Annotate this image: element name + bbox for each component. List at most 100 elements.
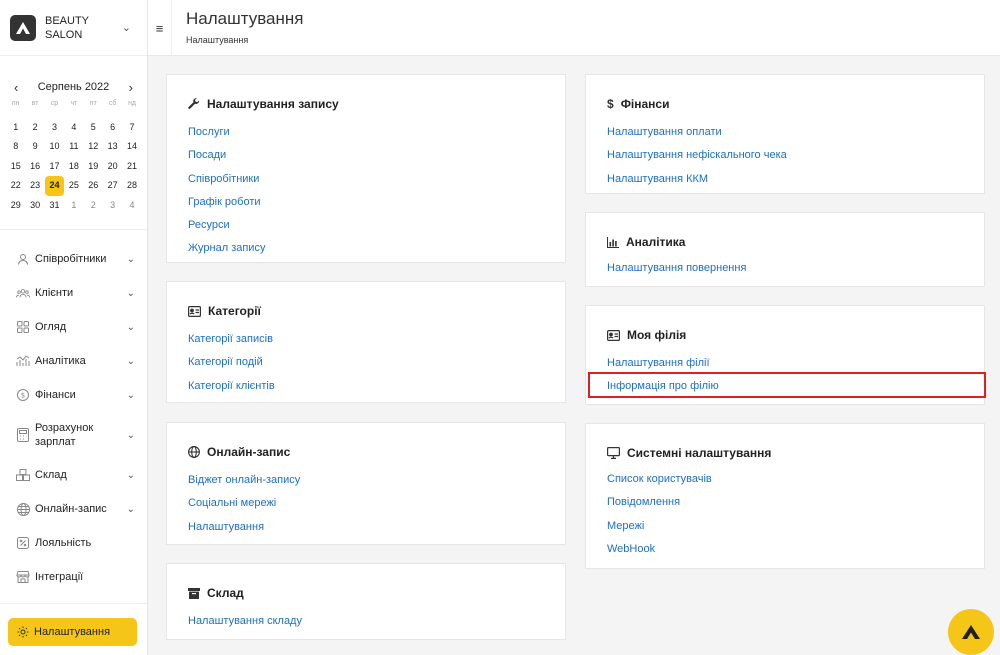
link-receipt-settings[interactable]: Налаштування нефіскального чека — [607, 148, 787, 171]
calendar-day[interactable]: 29 — [6, 196, 25, 215]
calendar-day[interactable]: 21 — [122, 157, 141, 176]
calendar-day[interactable]: 1 — [6, 118, 25, 137]
chevron-down-icon[interactable]: ⌄ — [127, 430, 135, 441]
link-social-networks[interactable]: Соціальні мережі — [188, 496, 300, 519]
prev-month-icon[interactable]: ‹ — [14, 80, 18, 95]
link-event-categories[interactable]: Категорії подій — [188, 355, 275, 378]
svg-text:$: $ — [21, 392, 25, 400]
calendar-day[interactable]: 2 — [84, 196, 103, 215]
card-finance: $ Фінанси Налаштування оплати Налаштуван… — [585, 74, 985, 194]
analytics-icon — [16, 354, 30, 368]
calendar-day[interactable]: 14 — [122, 137, 141, 156]
link-notifications[interactable]: Повідомлення — [607, 495, 712, 518]
calendar-day[interactable]: 3 — [45, 118, 64, 137]
brand-switcher[interactable]: BEAUTY SALON ⌄ — [0, 0, 147, 56]
sidebar-item-warehouse[interactable]: Склад ⌄ — [0, 458, 147, 492]
link-kkm-settings[interactable]: Налаштування ККМ — [607, 172, 787, 195]
chevron-down-icon[interactable]: ⌄ — [127, 504, 135, 515]
chevron-down-icon[interactable]: ⌄ — [127, 470, 135, 481]
link-webhook[interactable]: WebHook — [607, 542, 712, 565]
link-user-list[interactable]: Список користувачів — [607, 472, 712, 495]
link-services[interactable]: Послуги — [188, 125, 265, 148]
sidebar-item-online-booking[interactable]: Онлайн-запис ⌄ — [0, 492, 147, 526]
brand-logo-icon — [962, 625, 980, 639]
link-resources[interactable]: Ресурси — [188, 218, 265, 241]
calendar-day[interactable]: 2 — [25, 118, 44, 137]
card-system-settings: Системні налаштування Список користувачі… — [585, 423, 985, 569]
sidebar-item-loyalty[interactable]: Лояльність — [0, 526, 147, 560]
sidebar-item-finance[interactable]: $ Фінанси ⌄ — [0, 378, 147, 412]
calendar-grid: пн вт ср чт пт сб нд 1 2 3 4 5 6 7 8 9 10 11 12 13 14 15 16 17 1… — [6, 96, 141, 215]
link-work-schedule[interactable]: Графік роботи — [188, 195, 265, 218]
calendar-day[interactable]: 17 — [45, 157, 64, 176]
link-returns-settings[interactable]: Налаштування повернення — [607, 261, 746, 284]
sidebar-nav: Співробітники ⌄ Клієнти ⌄ Огляд ⌄ Аналіт… — [0, 230, 147, 594]
link-online-settings[interactable]: Налаштування — [188, 520, 300, 543]
calendar-day[interactable]: 4 — [64, 118, 83, 137]
calendar-day[interactable]: 11 — [64, 137, 83, 156]
sidebar: BEAUTY SALON ⌄ ‹ Серпень 2022 › пн вт ср чт… — [0, 0, 148, 655]
link-client-categories[interactable]: Категорії клієнтів — [188, 379, 275, 402]
help-chat-button[interactable] — [948, 609, 994, 655]
chevron-down-icon[interactable]: ⌄ — [127, 322, 135, 333]
chevron-down-icon[interactable]: ⌄ — [122, 21, 131, 34]
calendar-day[interactable]: 15 — [6, 157, 25, 176]
calendar-day[interactable]: 26 — [84, 176, 103, 195]
calendar-day[interactable]: 19 — [84, 157, 103, 176]
hamburger-menu-icon[interactable]: ≡ — [148, 0, 172, 56]
calendar-day[interactable]: 9 — [25, 137, 44, 156]
settings-button[interactable]: Налаштування — [8, 618, 137, 646]
wrench-icon — [188, 98, 200, 110]
chevron-down-icon[interactable]: ⌄ — [127, 356, 135, 367]
store-icon — [16, 570, 30, 584]
calendar-day[interactable]: 8 — [6, 137, 25, 156]
chevron-down-icon[interactable]: ⌄ — [127, 390, 135, 401]
sidebar-item-employees[interactable]: Співробітники ⌄ — [0, 242, 147, 276]
chevron-down-icon[interactable]: ⌄ — [127, 288, 135, 299]
weekday-label: пт — [89, 100, 97, 107]
chevron-down-icon[interactable]: ⌄ — [127, 254, 135, 265]
sidebar-item-analytics[interactable]: Аналітика ⌄ — [0, 344, 147, 378]
link-networks[interactable]: Мережі — [607, 519, 712, 542]
calendar-day[interactable]: 24 — [44, 176, 65, 196]
link-booking-categories[interactable]: Категорії записів — [188, 332, 275, 355]
calendar-day[interactable]: 6 — [103, 118, 122, 137]
weekday-label: нд — [128, 100, 137, 107]
link-booking-journal[interactable]: Журнал запису — [188, 241, 265, 264]
calendar-day[interactable]: 10 — [45, 137, 64, 156]
calendar-day[interactable]: 30 — [25, 196, 44, 215]
calendar-day[interactable]: 7 — [122, 118, 141, 137]
calendar-day[interactable]: 18 — [64, 157, 83, 176]
calendar-day[interactable]: 5 — [84, 118, 103, 137]
link-warehouse-settings[interactable]: Налаштування складу — [188, 614, 302, 637]
link-positions[interactable]: Посади — [188, 148, 265, 171]
sidebar-item-integrations[interactable]: Інтеграції — [0, 560, 147, 594]
calendar-day[interactable]: 23 — [25, 176, 44, 195]
breadcrumb[interactable]: Налаштування — [186, 35, 248, 45]
calendar-day[interactable]: 25 — [64, 176, 83, 195]
calendar-day[interactable]: 4 — [122, 196, 141, 215]
link-online-widget[interactable]: Віджет онлайн-запису — [188, 473, 300, 496]
calendar-day[interactable]: 31 — [45, 196, 64, 215]
highlight-box — [588, 372, 986, 398]
link-employees[interactable]: Співробітники — [188, 172, 265, 195]
calendar-day[interactable]: 12 — [84, 137, 103, 156]
weekday-label: сб — [108, 100, 117, 107]
clients-icon — [16, 286, 30, 300]
calendar-day[interactable]: 27 — [103, 176, 122, 195]
link-payment-settings[interactable]: Налаштування оплати — [607, 125, 787, 148]
calendar-day[interactable]: 1 — [64, 196, 83, 215]
sidebar-item-overview[interactable]: Огляд ⌄ — [0, 310, 147, 344]
calendar-day[interactable]: 22 — [6, 176, 25, 195]
calendar-day[interactable]: 28 — [122, 176, 141, 195]
calendar-day[interactable]: 13 — [103, 137, 122, 156]
calendar-day[interactable]: 3 — [103, 196, 122, 215]
card-title: Склад — [207, 586, 244, 600]
card-title: Категорії — [208, 304, 261, 318]
globe-icon — [16, 502, 30, 516]
calendar-day[interactable]: 20 — [103, 157, 122, 176]
sidebar-item-payroll[interactable]: Розрахунок зарплат ⌄ — [0, 412, 147, 458]
calendar-day[interactable]: 16 — [25, 157, 44, 176]
sidebar-item-clients[interactable]: Клієнти ⌄ — [0, 276, 147, 310]
next-month-icon[interactable]: › — [129, 80, 133, 95]
